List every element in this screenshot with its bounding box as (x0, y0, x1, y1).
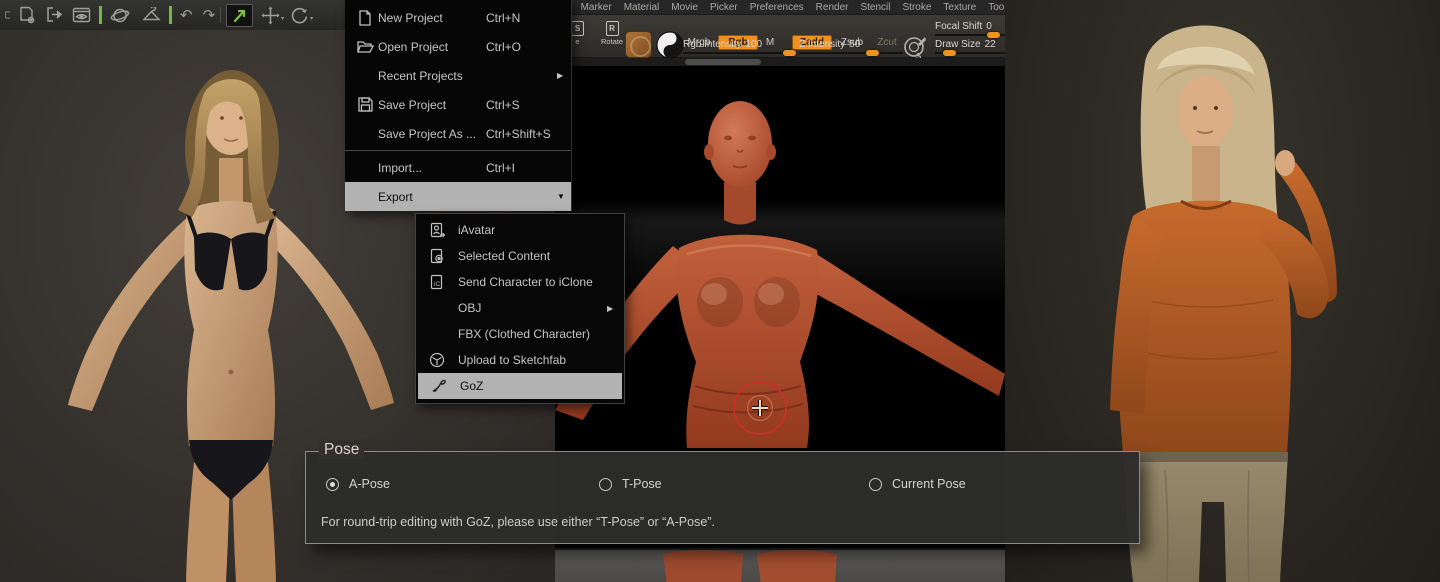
select-arrow-icon (232, 7, 248, 24)
clipped-document-icon[interactable] (2, 6, 10, 24)
rotate-r-icon: R (606, 21, 619, 36)
pose-panel: Pose A-Pose T-Pose Current Pose For roun… (305, 451, 1140, 544)
select-tool-button[interactable] (226, 4, 253, 27)
menubar-item-preferences[interactable]: Preferences (750, 2, 804, 13)
submenu-item-sketchfab[interactable]: Upload to Sketchfab (416, 347, 624, 373)
export-caret-icon: ▼ (557, 192, 565, 201)
preview-eye-icon[interactable] (72, 7, 91, 24)
sketchfab-icon (428, 352, 446, 368)
submenu-item-goz[interactable]: GoZ (418, 373, 622, 399)
slider-handle[interactable] (987, 32, 1000, 38)
rotate-tool-button[interactable] (290, 6, 309, 25)
focal-shift-slider[interactable]: Focal Shift0 (935, 21, 1005, 36)
zbrush-scrollbar[interactable] (555, 58, 1005, 66)
menubar-item-render[interactable]: Render (816, 2, 849, 13)
submenu-item-send-to-iclone[interactable]: iC Send Character to iClone (416, 269, 624, 295)
menubar-item-marker[interactable]: Marker (581, 2, 612, 13)
clothing-hanger-icon[interactable] (142, 7, 161, 24)
scrollbar-thumb[interactable] (685, 59, 761, 65)
radio-current-pose[interactable]: Current Pose (869, 477, 966, 491)
draw-size-slider[interactable]: Draw Size22 (935, 39, 1005, 54)
menubar-item-movie[interactable]: Movie (671, 2, 698, 13)
redo-icon[interactable]: ↷ (203, 8, 216, 23)
new-document-icon (356, 10, 374, 26)
material-sphere-icon[interactable] (656, 31, 684, 59)
menu-item-recent-projects[interactable]: Recent Projects ▶ (345, 61, 571, 90)
menu-item-export[interactable]: Export ▼ (345, 182, 571, 211)
submenu-item-fbx[interactable]: FBX (Clothed Character) (416, 321, 624, 347)
radio-button[interactable] (599, 478, 612, 491)
sculpt-legs (555, 550, 1005, 582)
z-intensity-slider[interactable]: Z Intensity50 (799, 39, 903, 54)
submenu-item-iavatar[interactable]: iAvatar (416, 217, 624, 243)
rgb-intensity-slider[interactable]: Rgb Intensity100 (683, 39, 795, 54)
sync-globe-icon[interactable] (110, 6, 130, 25)
menubar-item-stroke[interactable]: Stroke (903, 2, 932, 13)
slider-handle[interactable] (783, 50, 796, 56)
zbrush-menubar: o Marker Material Movie Picker Preferenc… (555, 0, 1005, 15)
goz-brush-icon (430, 378, 448, 394)
app-window: o Marker Material Movie Picker Preferenc… (0, 0, 1440, 582)
radio-t-pose[interactable]: T-Pose (599, 477, 662, 491)
main-toolbar: ↶ ↷ ▾ ▾ (0, 0, 345, 30)
submenu-item-selected-content[interactable]: Selected Content (416, 243, 624, 269)
radio-button-selected[interactable] (326, 478, 339, 491)
submenu-arrow-icon: ▶ (557, 71, 563, 80)
menu-item-open-project[interactable]: Open Project Ctrl+O (345, 32, 571, 61)
pose-note-text: For round-trip editing with GoZ, please … (321, 515, 715, 529)
move-tool-dropdown-caret[interactable]: ▾ (281, 15, 284, 22)
slider-handle[interactable] (866, 50, 879, 56)
svg-text:iC: iC (434, 281, 440, 288)
viewport-floor (555, 548, 1005, 582)
toolbar-separator (169, 6, 172, 24)
current-brush-thumbnail[interactable] (625, 31, 652, 58)
selected-content-icon (428, 248, 446, 264)
undo-icon[interactable]: ↶ (180, 8, 193, 23)
project-settings-icon[interactable] (18, 6, 36, 24)
menubar-item-picker[interactable]: Picker (710, 2, 738, 13)
menubar-item-texture[interactable]: Texture (943, 2, 976, 13)
toolbar-separator (99, 6, 102, 24)
move-tool-button[interactable] (261, 6, 280, 25)
draw-size-cursor (732, 380, 788, 436)
open-folder-icon (356, 40, 374, 54)
menu-item-import[interactable]: Import... Ctrl+I (345, 153, 571, 182)
submenu-item-obj[interactable]: OBJ ▶ (416, 295, 624, 321)
menu-item-new-project[interactable]: New Project Ctrl+N (345, 3, 571, 32)
rotate-button[interactable]: R Rotate (601, 21, 623, 46)
rotate-tool-dropdown-caret[interactable]: ▾ (310, 15, 313, 22)
menubar-item-stencil[interactable]: Stencil (860, 2, 890, 13)
radio-button[interactable] (869, 478, 882, 491)
menu-separator (345, 150, 571, 151)
file-menu: New Project Ctrl+N Open Project Ctrl+O R… (345, 0, 572, 211)
iavatar-icon (428, 222, 446, 238)
scale-button-clipped[interactable]: S e (571, 21, 584, 46)
export-project-icon[interactable] (45, 6, 63, 24)
scale-icon: S (571, 21, 584, 36)
zbrush-toolbar: S e R Rotate Mrgb Rgb M Zadd Zsub Zcut R… (555, 15, 1005, 58)
menubar-item-material[interactable]: Material (624, 2, 660, 13)
menu-item-save-project[interactable]: Save Project Ctrl+S (345, 90, 571, 119)
iclone-icon: iC (428, 274, 446, 290)
slider-handle[interactable] (943, 50, 956, 56)
pose-panel-title: Pose (319, 441, 364, 459)
export-submenu: iAvatar Selected Content iC Send Charact… (415, 213, 625, 404)
save-icon (356, 97, 374, 112)
toolbar-divider (220, 7, 221, 23)
menubar-item-tool[interactable]: Tool (988, 2, 1005, 13)
menu-item-save-project-as[interactable]: Save Project As ... Ctrl+Shift+S (345, 119, 571, 148)
radio-a-pose[interactable]: A-Pose (326, 477, 390, 491)
submenu-arrow-icon: ▶ (607, 304, 613, 313)
